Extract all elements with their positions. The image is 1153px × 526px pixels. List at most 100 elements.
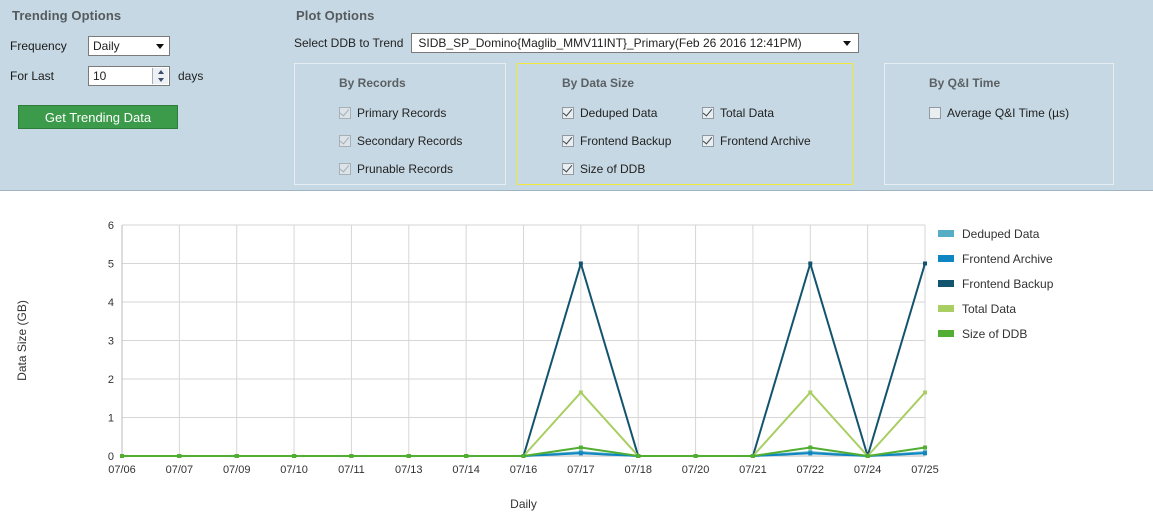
ddb-row: Select DDB to Trend SIDB_SP_Domino{Magli… <box>294 33 1145 53</box>
legend-label: Size of DDB <box>962 327 1027 341</box>
legend-label: Frontend Archive <box>962 252 1053 266</box>
chevron-down-icon <box>843 41 851 46</box>
checkbox-label: Prunable Records <box>357 162 453 176</box>
x-tick-label: 07/13 <box>395 464 423 476</box>
x-tick-label: 07/16 <box>510 464 538 476</box>
checkbox-prunable-records[interactable]: Prunable Records <box>339 156 453 182</box>
x-tick-label: 07/10 <box>280 464 308 476</box>
checkbox-primary-records[interactable]: Primary Records <box>339 100 446 126</box>
checkmark-icon[interactable] <box>339 107 351 119</box>
x-tick-label: 07/17 <box>567 464 595 476</box>
checkbox-deduped-data[interactable]: Deduped Data <box>562 100 702 126</box>
checkmark-icon[interactable] <box>339 135 351 147</box>
x-tick-label: 07/06 <box>108 464 136 476</box>
checkmark-icon[interactable] <box>562 107 574 119</box>
legend-swatch <box>938 280 954 287</box>
checkbox-size-of-ddb[interactable]: Size of DDB <box>562 156 702 182</box>
checkbox-frontend-backup[interactable]: Frontend Backup <box>562 128 702 154</box>
checkbox-icon[interactable] <box>929 107 941 119</box>
trending-options-title: Trending Options <box>12 8 280 23</box>
panel-by-qi-time: By Q&I Time Average Q&I Time (µs) <box>884 63 1114 185</box>
data-point <box>579 451 583 455</box>
panel-by-data-size: By Data Size Deduped Data Total Data Fro… <box>517 63 853 185</box>
data-point <box>923 446 927 450</box>
data-point <box>751 454 755 458</box>
panel-by-records: By Records Primary Records Secondary Rec… <box>294 63 506 185</box>
panel-by-qi-time-title: By Q&I Time <box>929 76 1000 90</box>
checkbox-label: Average Q&I Time (µs) <box>947 106 1069 120</box>
x-tick-label: 07/21 <box>739 464 767 476</box>
x-tick-label: 07/07 <box>166 464 194 476</box>
data-point <box>235 454 239 458</box>
data-point <box>579 390 583 394</box>
get-trending-data-button[interactable]: Get Trending Data <box>18 105 178 129</box>
option-panels: By Records Primary Records Secondary Rec… <box>294 63 1145 185</box>
ddb-selected-value: SIDB_SP_Domino{Maglib_MMV11INT}_Primary(… <box>418 36 801 50</box>
data-point <box>808 262 812 266</box>
y-tick-label: 6 <box>108 220 114 232</box>
x-tick-label: 07/09 <box>223 464 251 476</box>
data-point <box>866 454 870 458</box>
checkbox-label: Total Data <box>720 106 774 120</box>
y-tick-label: 5 <box>108 259 114 271</box>
data-point <box>579 262 583 266</box>
checkbox-label: Size of DDB <box>580 162 645 176</box>
panel-by-data-size-items: Deduped Data Total Data Frontend Backup … <box>562 100 842 184</box>
checkbox-frontend-archive[interactable]: Frontend Archive <box>702 128 842 154</box>
data-point <box>808 390 812 394</box>
panel-by-qi-time-items: Average Q&I Time (µs) <box>929 100 1069 128</box>
checkbox-label: Primary Records <box>357 106 446 120</box>
x-axis-title: Daily <box>510 497 537 511</box>
checkmark-icon[interactable] <box>562 135 574 147</box>
data-point <box>923 262 927 266</box>
data-point <box>694 454 698 458</box>
x-tick-label: 07/18 <box>624 464 652 476</box>
x-tick-label: 07/25 <box>911 464 939 476</box>
checkbox-average-qi-time[interactable]: Average Q&I Time (µs) <box>929 100 1069 126</box>
legend-swatch <box>938 305 954 312</box>
data-point <box>923 451 927 455</box>
y-tick-label: 0 <box>108 451 114 463</box>
x-tick-label: 07/14 <box>452 464 480 476</box>
y-tick-label: 2 <box>108 374 114 386</box>
ddb-select[interactable]: SIDB_SP_Domino{Maglib_MMV11INT}_Primary(… <box>411 33 859 53</box>
x-tick-label: 07/20 <box>682 464 710 476</box>
y-tick-label: 1 <box>108 413 114 425</box>
for-last-stepper[interactable]: 10 <box>88 66 170 86</box>
data-point <box>120 454 124 458</box>
stepper-buttons[interactable] <box>152 68 168 84</box>
y-tick-label: 3 <box>108 336 114 348</box>
frequency-label: Frequency <box>10 39 88 53</box>
trending-options-section: Trending Options Frequency Daily For Las… <box>10 8 280 129</box>
checkmark-icon[interactable] <box>562 163 574 175</box>
data-point <box>407 454 411 458</box>
data-point <box>579 446 583 450</box>
stepper-up-icon[interactable] <box>158 70 164 74</box>
trending-chart: 012345607/0607/0707/0907/1007/1107/1307/… <box>0 192 1153 526</box>
checkbox-total-data[interactable]: Total Data <box>702 100 842 126</box>
data-point <box>808 451 812 455</box>
data-point <box>349 454 353 458</box>
checkmark-icon[interactable] <box>339 163 351 175</box>
data-point <box>522 454 526 458</box>
x-tick-label: 07/24 <box>854 464 882 476</box>
panel-by-records-items: Primary Records Secondary Records Prunab… <box>339 100 505 184</box>
panel-by-records-title: By Records <box>339 76 406 90</box>
frequency-row: Frequency Daily <box>10 35 280 57</box>
x-tick-label: 07/22 <box>797 464 825 476</box>
data-point <box>636 454 640 458</box>
frequency-value: Daily <box>93 39 120 53</box>
legend-swatch <box>938 230 954 237</box>
ddb-label: Select DDB to Trend <box>294 36 403 50</box>
days-label: days <box>178 69 203 83</box>
checkmark-icon[interactable] <box>702 107 714 119</box>
frequency-select[interactable]: Daily <box>88 36 170 56</box>
checkbox-secondary-records[interactable]: Secondary Records <box>339 128 462 154</box>
chart-area: 012345607/0607/0707/0907/1007/1107/1307/… <box>0 191 1153 526</box>
checkbox-label: Secondary Records <box>357 134 462 148</box>
checkbox-label: Frontend Backup <box>580 134 671 148</box>
checkmark-icon[interactable] <box>702 135 714 147</box>
checkbox-label: Deduped Data <box>580 106 657 120</box>
for-last-value: 10 <box>93 69 106 83</box>
stepper-down-icon[interactable] <box>158 78 164 82</box>
